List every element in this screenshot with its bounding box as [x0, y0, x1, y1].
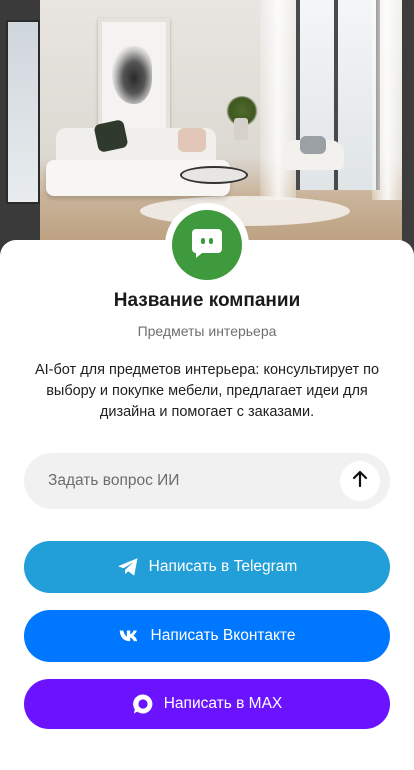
telegram-button[interactable]: Написать в Telegram: [24, 541, 390, 593]
send-button[interactable]: [340, 461, 380, 501]
company-name: Название компании: [113, 290, 301, 311]
vk-button-label: Написать Вконтакте: [150, 627, 296, 644]
ask-ai-field[interactable]: [24, 453, 390, 509]
ask-ai-input[interactable]: [24, 453, 324, 509]
max-button[interactable]: Написать в MAX: [24, 679, 390, 729]
company-category: Предметы интерьера: [137, 323, 277, 339]
max-button-label: Написать в MAX: [163, 695, 283, 712]
avatar: [172, 210, 242, 280]
vk-icon: [119, 625, 141, 647]
telegram-icon: [117, 556, 139, 578]
arrow-up-icon: [352, 470, 368, 493]
company-description: AI-бот для предметов интерьера: консульт…: [34, 362, 380, 420]
max-icon: [132, 693, 154, 715]
telegram-button-label: Написать в Telegram: [148, 558, 298, 575]
vk-button[interactable]: Написать Вконтакте: [24, 610, 390, 662]
chat-bot-icon: [190, 227, 224, 264]
